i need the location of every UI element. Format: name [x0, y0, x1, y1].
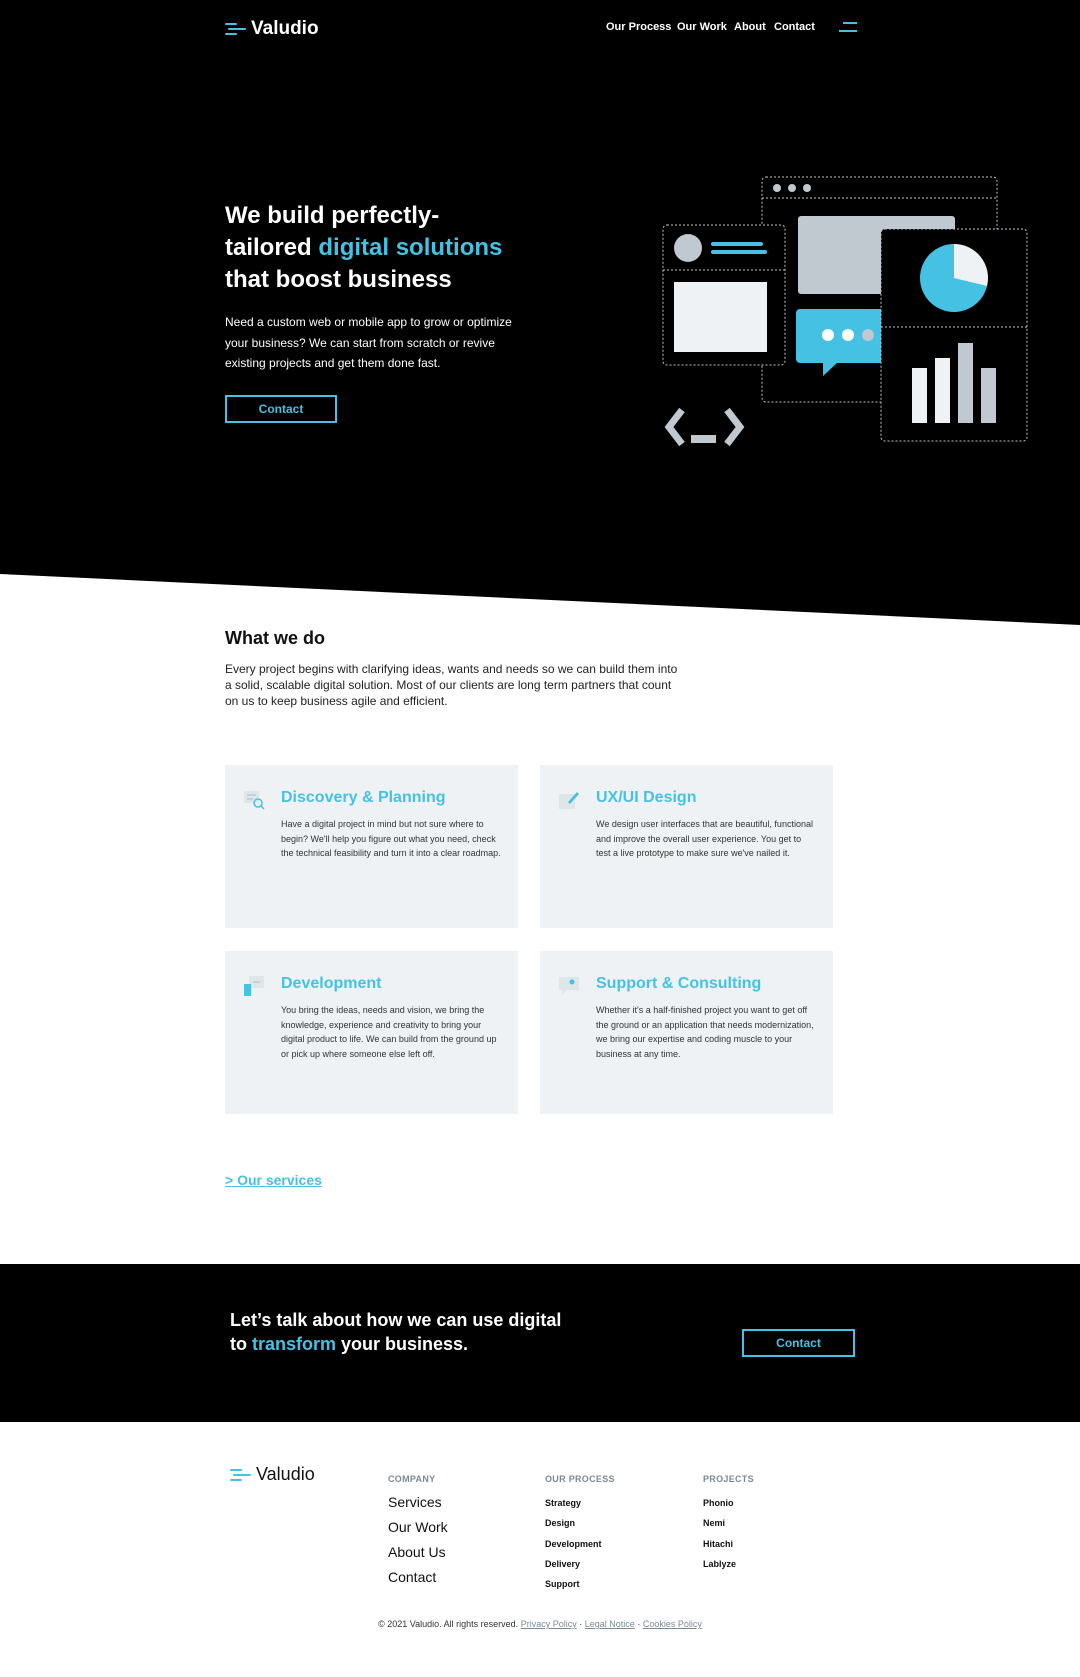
cta-line2-pre: to	[230, 1334, 252, 1354]
cta-section: Let’s talk about how we can use digital …	[0, 1264, 1080, 1422]
legal-notice-link[interactable]: Legal Notice	[585, 1619, 635, 1629]
footer-link-our-work[interactable]: Our Work	[388, 1519, 448, 1535]
footer-link-design[interactable]: Design	[545, 1518, 575, 1528]
service-card-discovery[interactable]: Discovery & Planning Have a digital proj…	[225, 765, 518, 928]
footer-link-support[interactable]: Support	[545, 1579, 580, 1589]
logo-text: Valudio	[256, 1464, 315, 1484]
footer-link-nemi[interactable]: Nemi	[703, 1518, 725, 1528]
card-text: We design user interfaces that are beaut…	[596, 819, 813, 859]
service-card-design[interactable]: UX/UI Design We design user interfaces t…	[540, 765, 833, 928]
cookies-policy-link[interactable]: Cookies Policy	[643, 1619, 702, 1629]
footer-process-heading: OUR PROCESS	[545, 1474, 615, 1484]
cta-line1: Let’s talk about how we can use digital	[230, 1310, 562, 1330]
footer-company-heading: COMPANY	[388, 1474, 436, 1484]
hero-description: Need a custom web or mobile app to grow …	[225, 315, 512, 370]
footer-link-strategy[interactable]: Strategy	[545, 1498, 581, 1508]
footer-link-contact[interactable]: Contact	[388, 1569, 436, 1585]
nav-our-work[interactable]: Our Work	[677, 21, 727, 33]
card-text: You bring the ideas, needs and vision, w…	[281, 1005, 497, 1060]
cta-accent: transform	[252, 1334, 337, 1354]
footer-link-services[interactable]: Services	[388, 1494, 442, 1510]
footer-link-phonio[interactable]: Phonio	[703, 1498, 734, 1508]
copyright-bar: © 2021 Valudio. All rights reserved. Pri…	[0, 1619, 1080, 1629]
consulting-icon	[559, 977, 579, 995]
hero-title-line2: tailored	[225, 234, 319, 261]
separator: ·	[579, 1619, 583, 1629]
hero-title-accent: digital solutions	[318, 234, 503, 261]
logo-icon	[230, 1468, 251, 1482]
hero-slant	[0, 574, 1080, 626]
card-title: Development	[281, 975, 382, 992]
footer-logo[interactable]: Valudio	[230, 1464, 315, 1485]
service-card-consulting[interactable]: Support & Consulting Whether it's a half…	[540, 951, 833, 1114]
hero-illustration	[662, 176, 1028, 447]
footer-link-lablyze[interactable]: Lablyze	[703, 1559, 736, 1569]
hero-title-line3: that boost business	[225, 266, 452, 293]
hero-section: Valudio Our Process Our Work About Conta…	[0, 0, 1080, 625]
development-icon	[244, 976, 264, 996]
footer-link-development[interactable]: Development	[545, 1539, 602, 1549]
privacy-policy-link[interactable]: Privacy Policy	[521, 1619, 577, 1629]
what-we-do-description: Every project begins with clarifying ide…	[225, 662, 678, 708]
discovery-icon	[244, 791, 265, 810]
card-title: Discovery & Planning	[281, 789, 446, 806]
service-card-development[interactable]: Development You bring the ideas, needs a…	[225, 951, 518, 1114]
cta-title: Let’s talk about how we can use digital …	[230, 1308, 590, 1356]
cta-contact-button[interactable]: Contact	[742, 1329, 855, 1357]
hero-title: We build perfectly- tailored digital sol…	[225, 200, 565, 296]
main-nav: Our Process Our Work About Contact	[0, 21, 1080, 37]
card-text: Whether it's a half-finished project you…	[596, 1005, 814, 1060]
what-we-do-title: What we do	[225, 628, 325, 648]
our-services-link[interactable]: > Our services	[225, 1172, 322, 1188]
design-icon	[559, 792, 579, 809]
card-title: UX/UI Design	[596, 789, 697, 806]
footer-link-hitachi[interactable]: Hitachi	[703, 1539, 733, 1549]
hero-title-line1: We build perfectly-	[225, 202, 440, 229]
hero-contact-button[interactable]: Contact	[225, 395, 337, 423]
cta-line2-post: your business.	[336, 1334, 469, 1354]
footer-link-about-us[interactable]: About Us	[388, 1544, 446, 1560]
nav-about[interactable]: About	[734, 21, 766, 33]
nav-contact[interactable]: Contact	[774, 21, 815, 33]
footer-projects-heading: PROJECTS	[703, 1474, 754, 1484]
copyright-text: © 2021 Valudio. All rights reserved.	[378, 1619, 519, 1629]
card-text: Have a digital project in mind but not s…	[281, 819, 501, 859]
nav-our-process[interactable]: Our Process	[606, 21, 671, 33]
footer-link-delivery[interactable]: Delivery	[545, 1559, 580, 1569]
separator: ·	[637, 1619, 641, 1629]
card-title: Support & Consulting	[596, 975, 762, 992]
hamburger-icon[interactable]	[837, 22, 857, 34]
